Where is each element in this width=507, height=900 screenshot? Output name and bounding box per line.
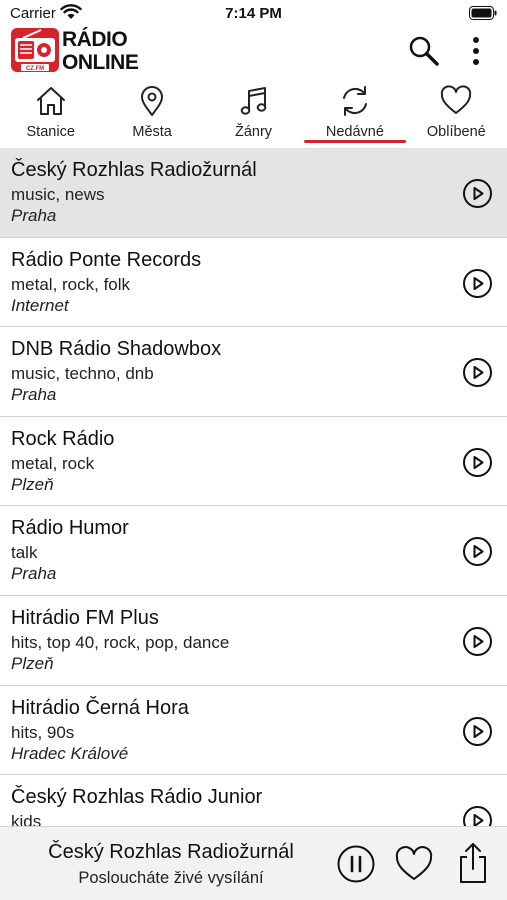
tab-mesta[interactable]: Města	[101, 80, 202, 148]
play-circle-icon	[463, 447, 492, 477]
app-title: RÁDIO ONLINE	[62, 28, 139, 74]
play-button[interactable]	[462, 716, 493, 747]
search-icon	[409, 36, 439, 66]
play-button[interactable]	[462, 536, 493, 567]
station-city: Praha	[11, 206, 57, 225]
station-city: Plzeň	[11, 653, 54, 673]
tab-bar: Stanice Města Žánry Nedávné Oblíbené	[0, 80, 507, 148]
station-name: Český Rozhlas Radiožurnál	[11, 159, 257, 181]
station-row[interactable]: DNB Rádio Shadowbox music, techno, dnb P…	[0, 327, 507, 417]
station-city: Plzeň	[11, 474, 54, 494]
play-button[interactable]	[462, 447, 493, 478]
now-playing-subtitle: Posloucháte živé vysílání	[78, 869, 264, 887]
station-name: Rádio Ponte Records	[11, 248, 202, 271]
play-circle-icon	[463, 358, 492, 388]
station-city: Internet	[11, 295, 69, 315]
app-title-line2: ONLINE	[62, 51, 139, 74]
play-button[interactable]	[462, 805, 493, 828]
tab-label: Stanice	[26, 124, 75, 140]
search-button[interactable]	[406, 34, 442, 68]
pause-button[interactable]	[336, 844, 376, 884]
play-button[interactable]	[462, 357, 493, 388]
station-row[interactable]: Hitrádio Černá Hora hits, 90s Hradec Krá…	[0, 685, 507, 776]
station-genres: talk	[11, 543, 38, 563]
more-menu-button[interactable]	[462, 34, 490, 68]
station-city: Hradec Králové	[11, 743, 129, 763]
station-list[interactable]: Český Rozhlas Radiožurnál music, news Pr…	[0, 148, 507, 828]
play-circle-icon	[463, 806, 492, 828]
station-row[interactable]: Český Rozhlas Rádio Junior kids	[0, 775, 507, 828]
heart-icon	[395, 846, 433, 880]
tab-label: Nedávné	[325, 124, 384, 140]
tab-label: Oblíbené	[426, 124, 486, 140]
app-header: CZ.FM RÁDIO ONLINE	[0, 26, 507, 78]
station-genres: hits, top 40, rock, pop, dance	[11, 632, 230, 652]
station-name: Český Rozhlas Rádio Junior	[11, 786, 263, 809]
station-name: Hitrádio Černá Hora	[11, 696, 189, 719]
station-name: Hitrádio FM Plus	[11, 606, 159, 629]
station-row[interactable]: Hitrádio FM Plus hits, top 40, rock, pop…	[0, 595, 507, 686]
share-icon	[460, 843, 486, 883]
tab-stanice[interactable]: Stanice	[0, 80, 101, 148]
location-pin-icon	[141, 86, 164, 116]
play-circle-icon	[463, 179, 492, 208]
station-row[interactable]: Rádio Humor talk Praha	[0, 506, 507, 596]
battery-icon	[469, 6, 497, 20]
play-button[interactable]	[462, 626, 493, 657]
music-note-icon	[240, 87, 266, 115]
status-bar: Carrier 7:14 PM	[0, 0, 507, 26]
share-button[interactable]	[456, 841, 490, 885]
play-circle-icon	[463, 716, 492, 746]
now-playing-bar: Český Rozhlas Radiožurnál Posloucháte ži…	[0, 826, 507, 900]
more-vertical-icon	[473, 37, 479, 65]
radio-logo-icon: CZ.FM	[11, 28, 59, 72]
play-button[interactable]	[462, 178, 493, 209]
station-genres: hits, 90s	[11, 722, 75, 742]
active-tab-indicator	[303, 140, 406, 143]
logo-badge: CZ.FM	[26, 66, 44, 72]
heart-icon	[441, 85, 472, 114]
station-genres: music, techno, dnb	[11, 364, 154, 384]
tab-zanry[interactable]: Žánry	[203, 80, 304, 148]
station-city: Praha	[11, 564, 57, 584]
station-row[interactable]: Rádio Ponte Records metal, rock, folk In…	[0, 237, 507, 328]
play-circle-icon	[463, 268, 492, 298]
station-row[interactable]: Rock Rádio metal, rock Plzeň	[0, 416, 507, 507]
station-genres: metal, rock	[11, 453, 95, 473]
station-name: DNB Rádio Shadowbox	[11, 338, 222, 361]
station-name: Rock Rádio	[11, 427, 115, 450]
tab-label: Města	[132, 124, 172, 140]
refresh-icon	[342, 86, 367, 116]
station-genres: metal, rock, folk	[11, 274, 131, 294]
play-circle-icon	[463, 537, 492, 567]
home-icon	[36, 87, 65, 115]
pause-circle-icon	[337, 845, 375, 883]
play-circle-icon	[463, 626, 492, 656]
station-genres: music, news	[11, 185, 105, 204]
station-city: Praha	[11, 385, 57, 405]
station-row[interactable]: Český Rozhlas Radiožurnál music, news Pr…	[0, 148, 507, 238]
tab-label: Žánry	[234, 124, 273, 140]
play-button[interactable]	[462, 268, 493, 299]
station-name: Rádio Humor	[11, 517, 129, 540]
now-playing-title: Český Rozhlas Radiožurnál	[48, 841, 294, 863]
clock: 7:14 PM	[225, 5, 282, 22]
favorite-button[interactable]	[394, 844, 434, 884]
tab-nedavne[interactable]: Nedávné	[303, 80, 406, 148]
tab-oblibene[interactable]: Oblíbené	[406, 80, 507, 148]
app-title-line1: RÁDIO	[62, 28, 128, 51]
